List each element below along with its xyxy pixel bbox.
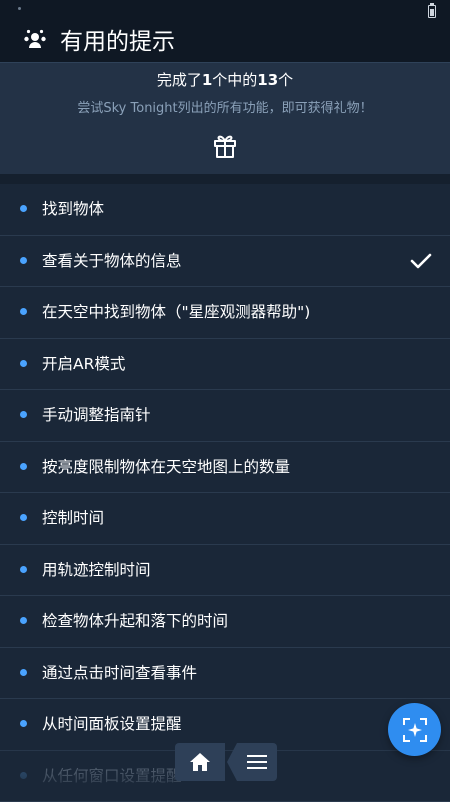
menu-button[interactable] [227, 743, 277, 781]
progress-prefix: 完成了 [157, 71, 202, 89]
bullet-dot [20, 720, 27, 727]
progress-card: 完成了1个中的13个 尝试Sky Tonight列出的所有功能，即可获得礼物！ [0, 62, 450, 175]
check-icon [410, 250, 432, 272]
progress-done: 1 [202, 71, 212, 89]
gift-icon[interactable] [212, 133, 238, 159]
tip-row[interactable]: 找到物体 [0, 184, 450, 236]
bullet-dot [20, 205, 27, 212]
tip-label: 在天空中找到物体（"星座观测器帮助") [42, 287, 310, 337]
bullet-dot [20, 308, 27, 315]
bullet-dot [20, 669, 27, 676]
tip-label: 开启AR模式 [42, 339, 125, 389]
battery-icon [428, 5, 436, 18]
progress-text: 完成了1个中的13个 [0, 69, 450, 91]
tip-label: 检查物体升起和落下的时间 [42, 596, 228, 646]
tip-label: 通过点击时间查看事件 [42, 648, 197, 698]
bullet-dot [20, 411, 27, 418]
bullet-dot [20, 257, 27, 264]
progress-middle: 个中的 [212, 71, 257, 89]
home-icon [189, 752, 211, 772]
bullet-dot [20, 360, 27, 367]
tip-label: 查看关于物体的信息 [42, 236, 182, 286]
tip-row[interactable]: 开启AR模式 [0, 339, 450, 391]
tip-row[interactable]: 控制时间 [0, 493, 450, 545]
progress-total: 13 [257, 71, 278, 89]
progress-subtitle: 尝试Sky Tonight列出的所有功能，即可获得礼物！ [0, 99, 450, 119]
bullet-dot [20, 514, 27, 521]
tip-row[interactable]: 通过点击时间查看事件 [0, 648, 450, 700]
tip-row[interactable]: 在天空中找到物体（"星座观测器帮助") [0, 287, 450, 339]
sky-fab-button[interactable] [388, 703, 441, 756]
tip-label: 手动调整指南针 [42, 390, 151, 440]
progress-suffix: 个 [278, 71, 293, 89]
status-bar [0, 0, 450, 22]
tip-label: 控制时间 [42, 493, 104, 543]
tip-label: 找到物体 [42, 184, 104, 234]
tip-row[interactable]: 用轨迹控制时间 [0, 545, 450, 597]
home-button[interactable] [175, 743, 225, 781]
tips-list: 找到物体查看关于物体的信息在天空中找到物体（"星座观测器帮助")开启AR模式手动… [0, 184, 450, 802]
tip-row[interactable]: 手动调整指南针 [0, 390, 450, 442]
status-dot [18, 7, 21, 10]
tip-row[interactable]: 按亮度限制物体在天空地图上的数量 [0, 442, 450, 494]
menu-icon [247, 754, 267, 770]
bullet-dot [20, 617, 27, 624]
people-icon [22, 28, 48, 54]
tip-row[interactable]: 查看关于物体的信息 [0, 236, 450, 288]
tip-label: 按亮度限制物体在天空地图上的数量 [42, 442, 290, 492]
top-bar: 有用的提示 [0, 22, 450, 62]
page-title: 有用的提示 [60, 24, 175, 60]
tip-row[interactable]: 检查物体升起和落下的时间 [0, 596, 450, 648]
bottom-nav [175, 743, 275, 781]
tip-label: 用轨迹控制时间 [42, 545, 151, 595]
sparkle-icon [401, 716, 429, 744]
bullet-dot [20, 566, 27, 573]
section-gap [0, 174, 450, 184]
bullet-dot [20, 463, 27, 470]
